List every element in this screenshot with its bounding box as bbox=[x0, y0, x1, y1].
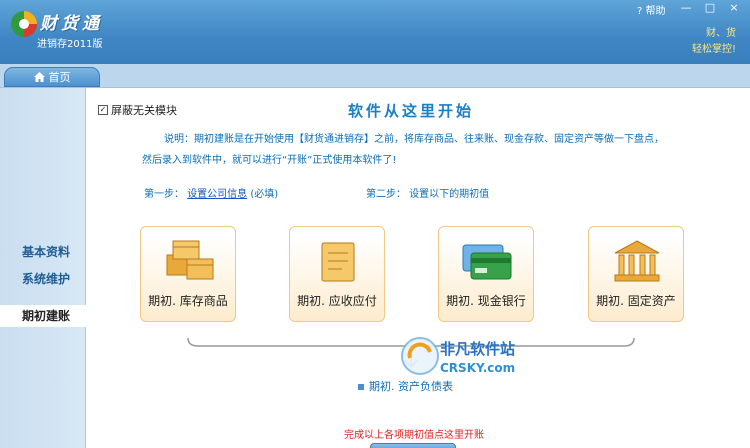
opening-inventory-card[interactable]: 期初. 库存商品 bbox=[140, 226, 236, 322]
tab-home-label: 首页 bbox=[48, 71, 71, 84]
bank-building-icon bbox=[614, 240, 660, 282]
close-button[interactable]: × bbox=[724, 1, 744, 15]
slogan: 财、货 轻松掌控! bbox=[692, 26, 736, 58]
bullet-icon bbox=[358, 384, 364, 390]
watermark-en: CRSKY.com bbox=[440, 361, 515, 375]
description-line-2: 然后录入到软件中，就可以进行“开账”正式使用本软件了! bbox=[142, 155, 397, 166]
help-button[interactable]: ? 帮助 bbox=[637, 2, 666, 17]
slogan-line-1: 财、货 bbox=[706, 28, 736, 39]
sidebar-item-system-maintenance[interactable]: 系统维护 bbox=[0, 268, 86, 290]
sidebar: 基本资料 系统维护 期初建账 bbox=[0, 88, 86, 448]
hide-modules-option[interactable]: ✓ 屏蔽无关模块 bbox=[98, 102, 177, 118]
open-books-button[interactable] bbox=[370, 443, 456, 448]
finish-hint: 完成以上各项期初值点这里开账 bbox=[344, 430, 484, 441]
step-one-suffix: (必填) bbox=[250, 189, 279, 200]
description-line-1: 说明：期初建账是在开始使用【财货通进销存】之前，将库存商品、往来账、现金存款、固… bbox=[164, 134, 664, 145]
app-logo-icon bbox=[11, 11, 37, 37]
boxes-icon bbox=[166, 240, 214, 280]
app-edition: 进销存2011版 bbox=[37, 39, 103, 50]
step-one-prefix: 第一步： bbox=[144, 189, 184, 200]
company-info-link[interactable]: 设置公司信息 bbox=[187, 189, 247, 200]
bank-card-icon bbox=[462, 244, 512, 280]
slogan-line-2: 轻松掌控! bbox=[691, 44, 736, 55]
opening-receivables-card[interactable]: 期初. 应收应付 bbox=[289, 226, 385, 322]
sidebar-item-opening-setup[interactable]: 期初建账 bbox=[0, 305, 86, 327]
opening-fixed-assets-label: 期初. 固定资产 bbox=[596, 294, 676, 308]
restore-button[interactable]: □ bbox=[700, 1, 720, 15]
opening-cash-bank-card[interactable]: 期初. 现金银行 bbox=[438, 226, 534, 322]
opening-cash-bank-label: 期初. 现金银行 bbox=[446, 294, 526, 308]
page-title: 软件从这里开始 bbox=[348, 102, 475, 120]
step-two: 第二步： 设置以下的期初值 bbox=[366, 189, 490, 200]
opening-receivables-label: 期初. 应收应付 bbox=[297, 294, 377, 308]
title-bar: 财货通 进销存2011版 ? 帮助 — □ × 财、货 轻松掌控! bbox=[0, 0, 750, 64]
minimize-button[interactable]: — bbox=[676, 1, 696, 15]
home-icon bbox=[33, 72, 45, 82]
receipt-icon bbox=[321, 242, 355, 282]
crsky-watermark-logo: 非凡软件站 CRSKY.com bbox=[401, 337, 515, 375]
main-panel: ✓ 屏蔽无关模块 软件从这里开始 说明：期初建账是在开始使用【财货通进销存】之前… bbox=[86, 88, 750, 448]
opening-fixed-assets-card[interactable]: 期初. 固定资产 bbox=[588, 226, 684, 322]
watermark-cn: 非凡软件站 bbox=[440, 340, 515, 358]
step-one: 第一步： 设置公司信息 (必填) bbox=[144, 185, 278, 200]
opening-inventory-label: 期初. 库存商品 bbox=[148, 294, 228, 308]
tab-strip: 首页 bbox=[0, 64, 750, 88]
hide-modules-checkbox[interactable]: ✓ bbox=[98, 105, 108, 115]
app-name: 财货通 bbox=[40, 14, 103, 34]
sidebar-item-basic-data[interactable]: 基本资料 bbox=[0, 241, 86, 263]
tab-home[interactable]: 首页 bbox=[4, 67, 100, 87]
hide-modules-label: 屏蔽无关模块 bbox=[111, 104, 177, 117]
